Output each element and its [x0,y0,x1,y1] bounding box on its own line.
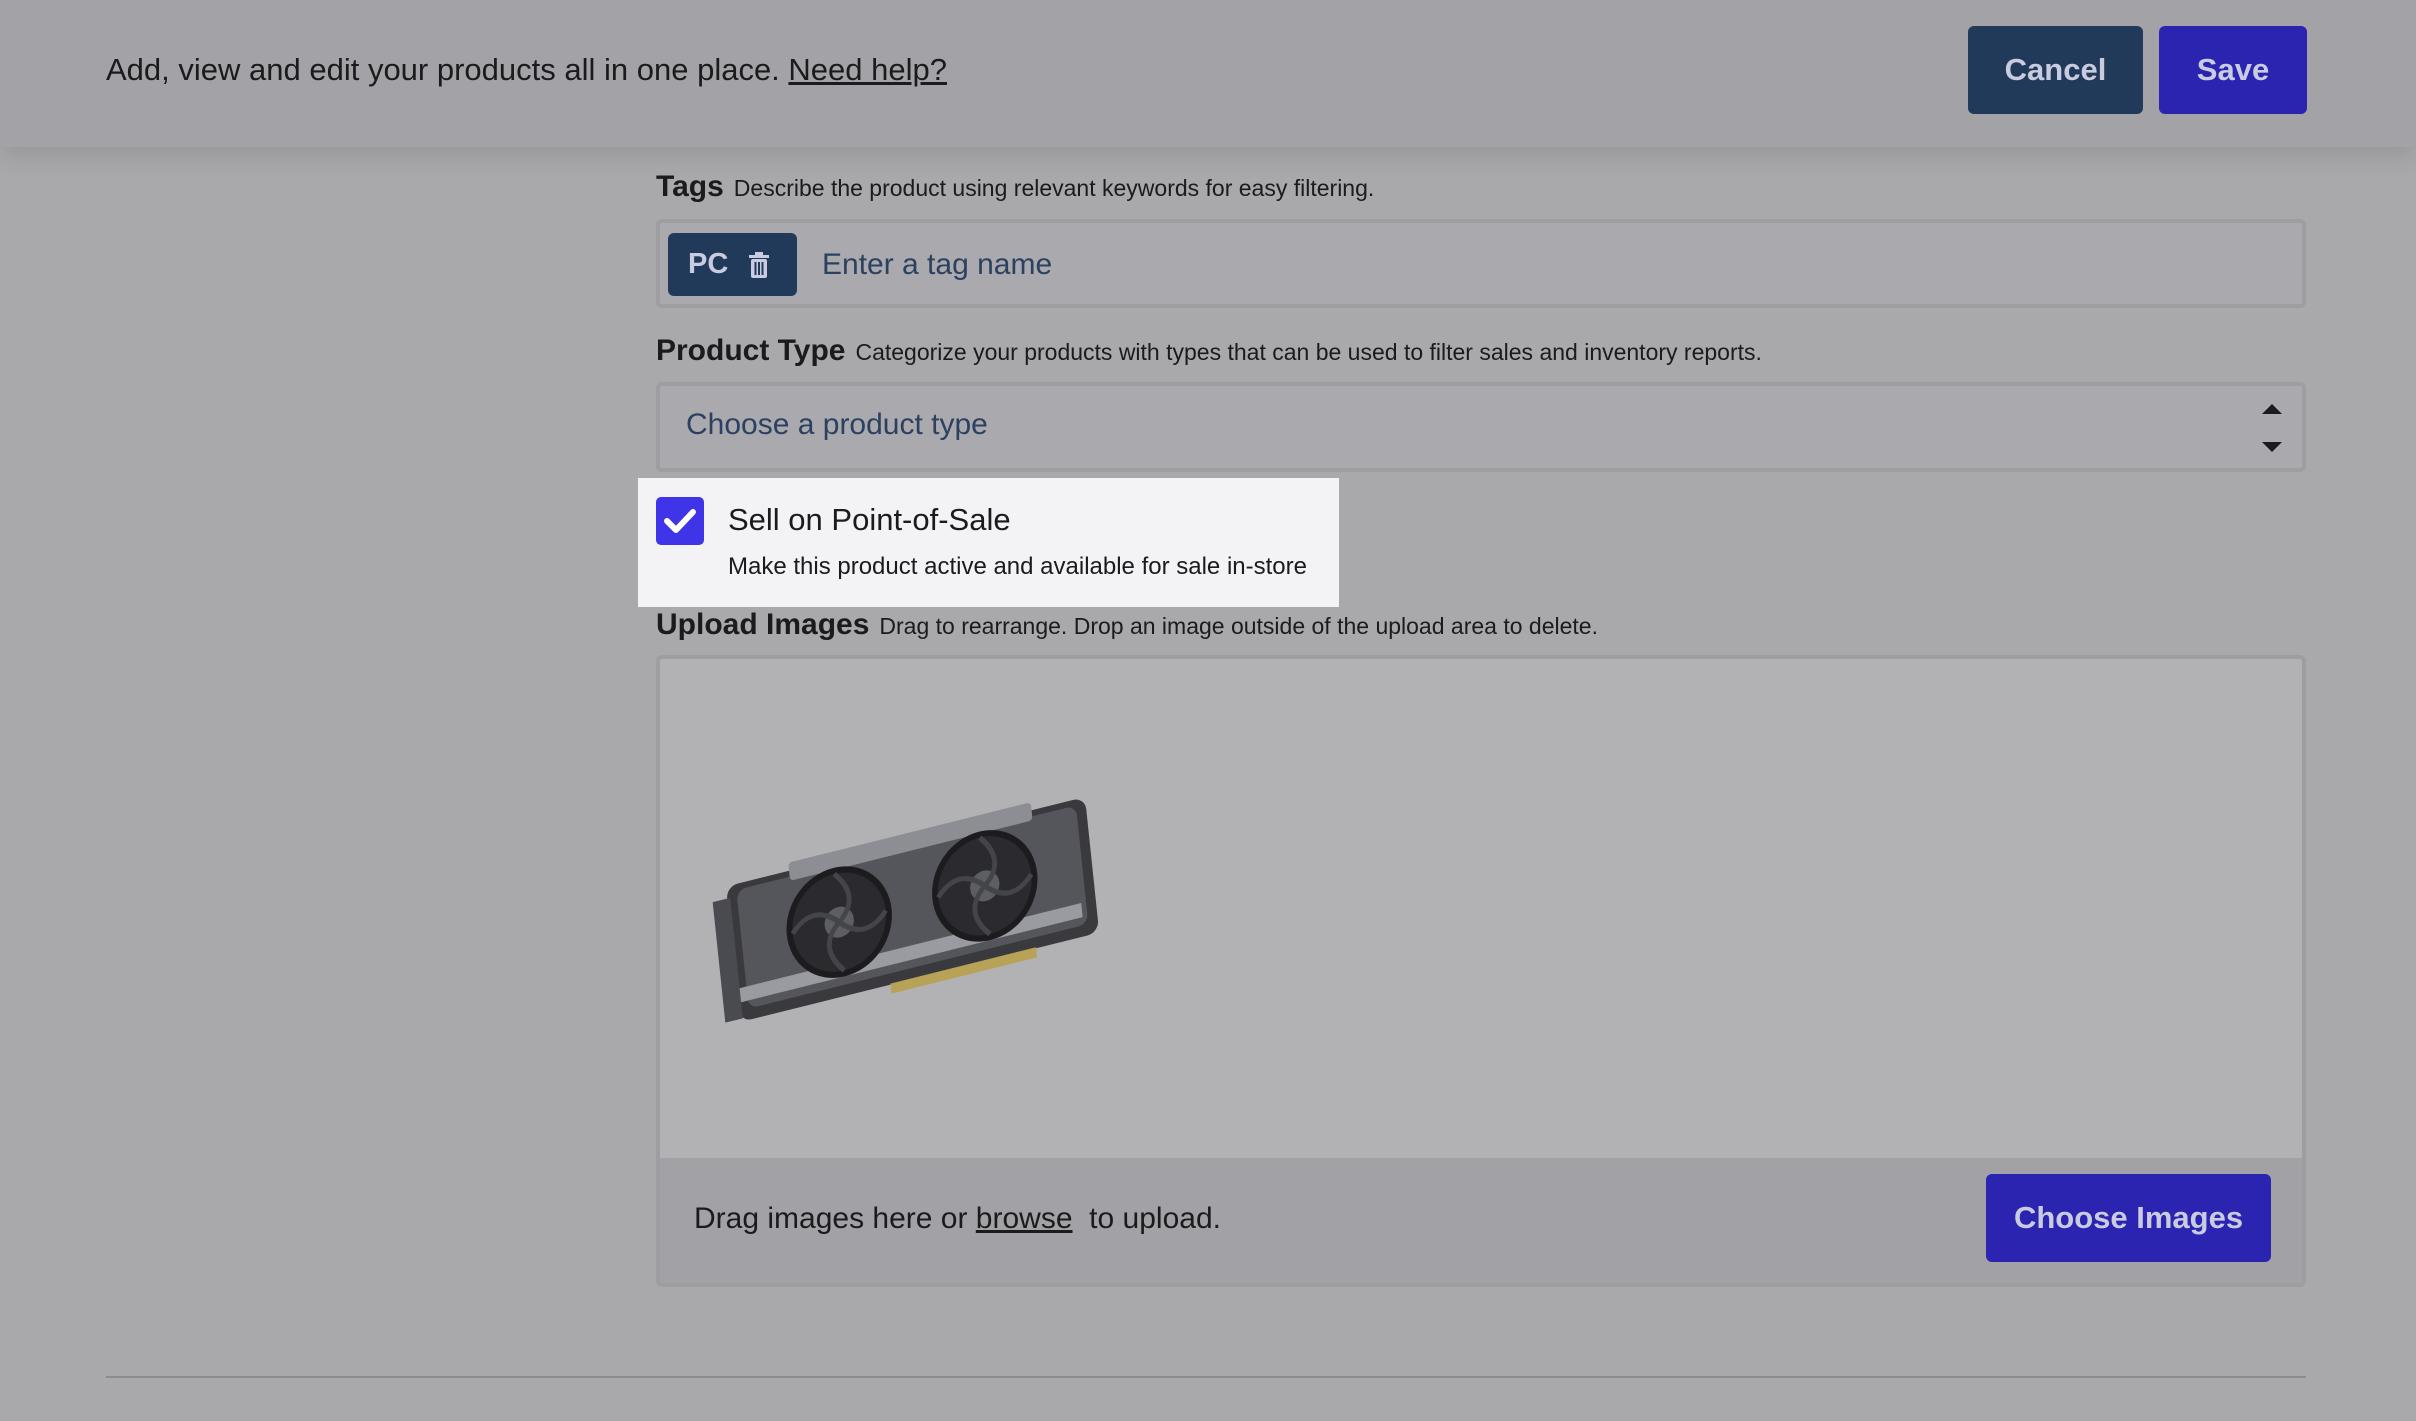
tags-label-row: Tags Describe the product using relevant … [656,170,1374,204]
checkmark-icon [664,509,696,533]
browse-link[interactable]: browse [976,1202,1073,1235]
upload-hint-after: to upload. [1072,1202,1221,1235]
product-type-label-row: Product Type Categorize your products wit… [656,334,1762,368]
tag-chip: PC [668,233,797,296]
sort-arrows-icon [2260,402,2284,454]
upload-area[interactable]: Drag images here or browse to upload. Ch… [656,655,2306,1287]
upload-hint-before: Drag images here or [694,1202,976,1235]
upload-description: Drag to rearrange. Drop an image outside… [879,613,1598,639]
upload-footer: Drag images here or browse to upload. Ch… [660,1158,2302,1283]
sell-on-pos-checkbox[interactable] [656,497,704,545]
graphics-card-image[interactable] [712,784,1112,1024]
trash-icon[interactable] [748,251,770,278]
sell-on-pos-option[interactable]: Sell on Point-of-Sale Make this product … [638,478,1339,607]
upload-label-row: Upload Images Drag to rearrange. Drop an … [656,608,1598,642]
tags-field[interactable]: PC [656,219,2306,308]
tag-name-input[interactable] [820,231,2224,299]
tag-chip-label: PC [688,248,729,280]
product-type-select[interactable]: Choose a product type [656,382,2306,472]
product-type-description: Categorize your products with types that… [855,339,1762,365]
need-help-link[interactable]: Need help? [788,52,947,87]
page-description-text: Add, view and edit your products all in … [106,52,780,87]
tags-label: Tags [656,170,724,203]
product-type-label: Product Type [656,334,846,367]
product-type-value: Choose a product type [686,408,988,441]
sell-on-pos-title: Sell on Point-of-Sale [728,502,1011,537]
cancel-button[interactable]: Cancel [1968,26,2143,114]
upload-hint: Drag images here or browse to upload. [694,1202,1221,1236]
page-description: Add, view and edit your products all in … [106,48,947,92]
sell-on-pos-description: Make this product active and available f… [728,553,1307,580]
choose-images-button[interactable]: Choose Images [1986,1174,2271,1262]
upload-label: Upload Images [656,608,870,641]
bottom-divider [106,1376,2306,1378]
tags-description: Describe the product using relevant keyw… [733,175,1375,201]
save-button[interactable]: Save [2159,26,2307,114]
top-bar: Add, view and edit your products all in … [0,0,2416,147]
